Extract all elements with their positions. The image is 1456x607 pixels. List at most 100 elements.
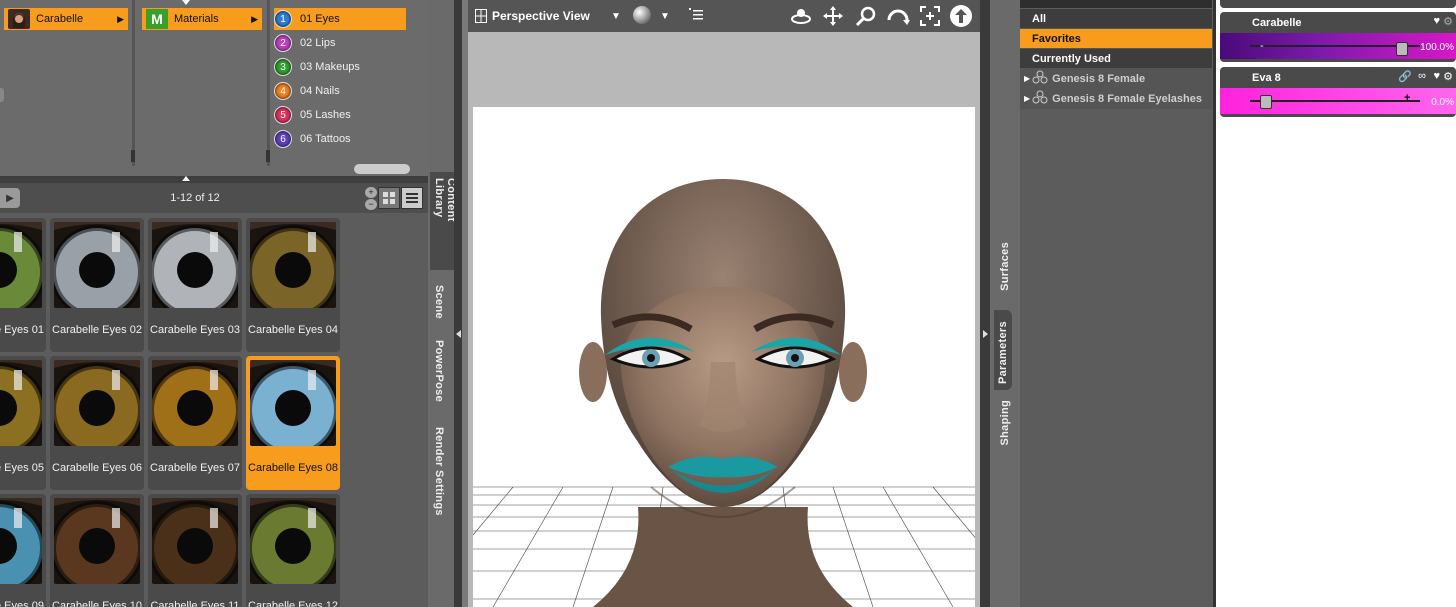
tile-label: Carabelle Eyes 11 bbox=[150, 600, 240, 607]
panel-splitter[interactable] bbox=[0, 176, 428, 183]
content-tile[interactable]: Carabelle Eyes 11 bbox=[148, 494, 242, 607]
pan-icon[interactable] bbox=[822, 5, 844, 30]
draw-style-icon[interactable] bbox=[633, 6, 651, 24]
node-genesis-8-female[interactable]: ▶ Genesis 8 Female bbox=[1020, 69, 1212, 89]
filter-currently-used[interactable]: Currently Used bbox=[1020, 49, 1212, 69]
material-category-item[interactable]: 1 01 Eyes bbox=[274, 8, 406, 30]
roll-icon[interactable] bbox=[886, 6, 910, 29]
material-category-item[interactable]: 2 02 Lips bbox=[274, 32, 406, 54]
filter-favorites[interactable]: Favorites bbox=[1020, 29, 1212, 49]
eye-thumbnail bbox=[54, 498, 140, 584]
gear-icon[interactable]: ⚙ bbox=[1443, 15, 1453, 28]
param-slider[interactable] bbox=[1220, 88, 1456, 114]
category-label: Carabelle bbox=[36, 13, 84, 25]
gear-icon[interactable]: ⚙ bbox=[1443, 70, 1453, 83]
content-tile[interactable]: Carabelle Eyes 04 bbox=[246, 218, 340, 352]
tab-surfaces[interactable]: Surfaces bbox=[999, 242, 1011, 291]
content-tile[interactable]: Carabelle Eyes 05 bbox=[0, 356, 46, 490]
viewport-camera-label[interactable]: Perspective View bbox=[492, 9, 590, 23]
minus-icon[interactable]: - bbox=[1260, 40, 1264, 52]
expand-arrow-icon[interactable]: ▶ bbox=[1024, 74, 1030, 83]
eye-thumbnail bbox=[0, 222, 42, 308]
number-badge-icon: 3 bbox=[274, 58, 292, 76]
param-eva-8[interactable]: Eva 8 🔗 ∞ ♥ ⚙ + 0.0% bbox=[1220, 67, 1456, 117]
content-tile[interactable]: Carabelle Eyes 10 bbox=[50, 494, 144, 607]
category-browser: Carabelle ▶ M Materials ▶ 1 01 Eyes 2 02 Li… bbox=[0, 0, 428, 178]
list-icon bbox=[406, 193, 418, 203]
tab-scene[interactable]: Scene bbox=[433, 285, 445, 319]
list-header bbox=[1020, 0, 1212, 8]
slider-track[interactable] bbox=[1250, 45, 1420, 47]
frame-icon[interactable] bbox=[920, 6, 940, 29]
slider-thumb[interactable] bbox=[1260, 95, 1272, 109]
next-page-button[interactable]: ▶ bbox=[0, 188, 20, 208]
content-tile[interactable]: Carabelle Eyes 01 bbox=[0, 218, 46, 352]
material-category-label: 05 Lashes bbox=[300, 109, 351, 121]
viewport-layout-icon[interactable] bbox=[475, 9, 487, 26]
viewport-menu-icon[interactable] bbox=[689, 8, 703, 25]
tab-shaping[interactable]: Shaping bbox=[999, 400, 1011, 446]
tab-render-settings[interactable]: Render Settings bbox=[433, 427, 445, 516]
tab-powerpose[interactable]: PowerPose bbox=[433, 340, 445, 402]
content-tile[interactable]: Carabelle Eyes 09 bbox=[0, 494, 46, 607]
collapse-arrow-icon[interactable] bbox=[182, 0, 190, 5]
collapse-left-icon bbox=[456, 330, 461, 338]
plus-icon[interactable]: + bbox=[1404, 92, 1410, 104]
material-category-item[interactable]: 4 04 Nails bbox=[274, 80, 406, 102]
content-tile[interactable]: Carabelle Eyes 02 bbox=[50, 218, 144, 352]
number-badge-icon: 1 bbox=[274, 10, 292, 28]
figure-node-icon bbox=[1032, 90, 1048, 107]
param-above bbox=[1220, 0, 1456, 8]
camera-dropdown-icon[interactable]: ▼ bbox=[611, 11, 621, 22]
zoom-in-icon[interactable]: + bbox=[365, 187, 377, 198]
content-tile[interactable]: Carabelle Eyes 06 bbox=[50, 356, 144, 490]
filter-all[interactable]: All bbox=[1020, 9, 1212, 29]
node-label: Genesis 8 Female Eyelashes bbox=[1052, 92, 1202, 105]
category-column-1: Carabelle ▶ bbox=[0, 0, 135, 166]
tile-label: Carabelle Eyes 02 bbox=[52, 324, 142, 336]
category-column-2: M Materials ▶ bbox=[138, 0, 270, 166]
list-view-button[interactable] bbox=[401, 187, 423, 209]
material-category-item[interactable]: 5 05 Lashes bbox=[274, 104, 406, 126]
column-resize-handle[interactable] bbox=[131, 150, 135, 162]
home-view-icon[interactable] bbox=[950, 5, 972, 27]
favorite-heart-icon[interactable]: ♥ bbox=[1433, 15, 1440, 27]
tab-parameters[interactable]: Parameters bbox=[994, 310, 1012, 390]
tile-label: Carabelle Eyes 05 bbox=[0, 462, 44, 474]
chain-icon[interactable]: ∞ bbox=[1418, 70, 1426, 82]
content-tile[interactable]: Carabelle Eyes 12 bbox=[246, 494, 340, 607]
expand-arrow-icon[interactable]: ▶ bbox=[1024, 94, 1030, 103]
left-pane-splitter[interactable] bbox=[454, 0, 462, 607]
orbit-icon[interactable] bbox=[790, 7, 812, 28]
param-name: Eva 8 bbox=[1252, 72, 1281, 84]
carabelle-thumbnail-icon bbox=[8, 9, 30, 29]
slider-thumb[interactable] bbox=[1396, 42, 1408, 56]
content-tile[interactable]: Carabelle Eyes 03 bbox=[148, 218, 242, 352]
favorite-heart-icon[interactable]: ♥ bbox=[1433, 70, 1440, 82]
param-carabelle[interactable]: Carabelle ♥ ⚙ - 100.0% bbox=[1220, 12, 1456, 62]
eye-thumbnail bbox=[250, 222, 336, 308]
grid-view-button[interactable] bbox=[378, 187, 400, 209]
param-value[interactable]: 0.0% bbox=[1431, 97, 1454, 108]
render-canvas[interactable] bbox=[473, 107, 975, 607]
content-tile[interactable]: Carabelle Eyes 07 bbox=[148, 356, 242, 490]
draw-style-dropdown-icon[interactable]: ▼ bbox=[660, 11, 670, 22]
link-icon[interactable]: 🔗 bbox=[1398, 70, 1412, 83]
zoom-out-icon[interactable]: − bbox=[365, 199, 377, 210]
material-category-item[interactable]: 6 06 Tattoos bbox=[274, 128, 406, 150]
param-value[interactable]: 100.0% bbox=[1420, 42, 1454, 53]
zoom-icon[interactable] bbox=[855, 5, 877, 30]
node-genesis-8-female-eyelashes[interactable]: ▶ Genesis 8 Female Eyelashes bbox=[1020, 89, 1212, 109]
slider-track[interactable] bbox=[1250, 100, 1420, 102]
param-name: Carabelle bbox=[1252, 17, 1302, 29]
material-category-item[interactable]: 3 03 Makeups bbox=[274, 56, 406, 78]
right-pane-splitter[interactable] bbox=[980, 0, 990, 607]
eye-thumbnail bbox=[54, 222, 140, 308]
grid-icon bbox=[383, 192, 395, 204]
tile-label: Carabelle Eyes 07 bbox=[150, 462, 240, 474]
category-item-materials[interactable]: M Materials ▶ bbox=[142, 8, 262, 30]
pager-toolbar: ▶ 1-12 of 12 + − bbox=[0, 183, 428, 213]
category-item-carabelle[interactable]: Carabelle ▶ bbox=[4, 8, 128, 30]
horizontal-scrollbar[interactable] bbox=[354, 164, 410, 174]
content-tile[interactable]: Carabelle Eyes 08 bbox=[246, 356, 340, 490]
